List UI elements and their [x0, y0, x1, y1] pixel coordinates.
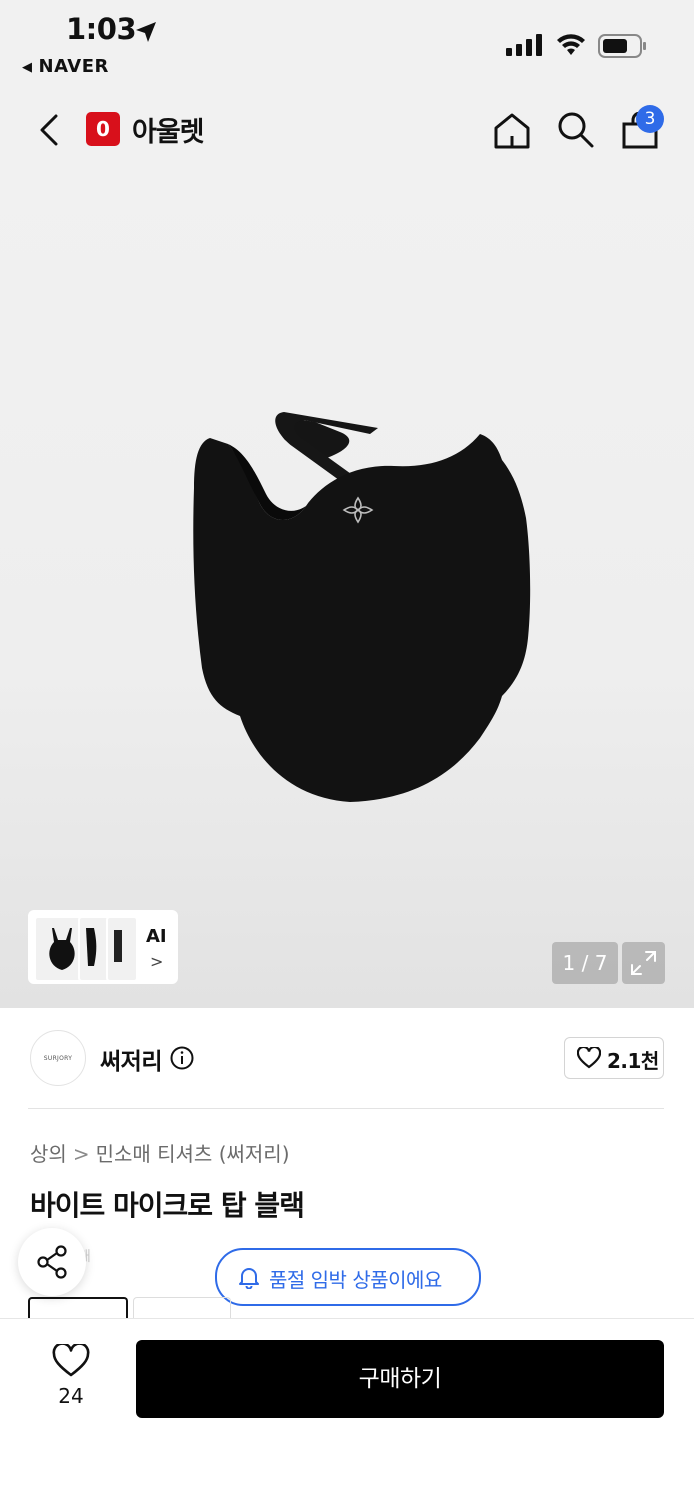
chevron-right-icon: > — [150, 952, 164, 971]
thumbnail — [106, 916, 138, 982]
breadcrumb-separator-icon: > — [72, 1142, 90, 1166]
wishlist-heart-icon[interactable] — [52, 1344, 90, 1378]
buy-button[interactable]: 구매하기 — [136, 1340, 664, 1418]
wifi-icon — [557, 34, 585, 55]
image-page-counter: 1 / 7 — [552, 942, 618, 984]
cart-count-badge: 3 — [636, 105, 664, 133]
heart-outline-icon — [577, 1047, 601, 1069]
search-icon[interactable] — [556, 110, 596, 150]
location-arrow-icon — [136, 22, 156, 42]
product-gallery[interactable]: AI > 1 / 7 — [0, 170, 694, 1008]
cellular-signal-icon — [506, 34, 542, 56]
share-button[interactable] — [18, 1228, 86, 1296]
battery-icon — [598, 34, 646, 58]
ai-label: AI — [146, 926, 167, 947]
seller-logo[interactable]: SURJORY — [30, 1030, 86, 1086]
info-icon[interactable] — [170, 1046, 194, 1070]
thumbnail-image — [114, 930, 122, 962]
status-bar: 1:03 ◀ NAVER — [0, 0, 694, 90]
store-like-button[interactable]: 2.1천 — [564, 1037, 664, 1079]
expand-icon — [631, 951, 656, 975]
soldout-notice-text: 품절 임박 상품이에요 — [269, 1268, 442, 1292]
product-image — [193, 412, 531, 802]
brand-logo[interactable]: 0 — [86, 112, 120, 146]
clock: 1:03 — [66, 12, 137, 46]
home-icon[interactable] — [492, 112, 532, 150]
breadcrumb-item[interactable]: 민소매 티셔츠 (써저리) — [96, 1142, 290, 1166]
expand-button[interactable] — [622, 942, 665, 984]
ai-styling-thumbnails[interactable]: AI > — [28, 910, 178, 984]
back-to-app-link[interactable]: ◀ NAVER — [22, 56, 109, 77]
divider — [28, 1108, 664, 1109]
back-chevron-icon[interactable] — [36, 112, 64, 148]
breadcrumb: 상의 > 민소매 티셔츠 (써저리) — [30, 1138, 290, 1167]
share-icon — [37, 1245, 67, 1279]
brand-name[interactable]: 아울렛 — [132, 110, 205, 149]
soldout-notice-pill[interactable]: 품절 임박 상품이에요 — [215, 1248, 481, 1306]
seller-name[interactable]: 써저리 — [100, 1042, 162, 1076]
bell-icon — [239, 1268, 259, 1289]
breadcrumb-item[interactable]: 상의 — [30, 1142, 67, 1166]
store-like-count: 2.1천 — [607, 1049, 659, 1073]
wishlist-count: 24 — [58, 1384, 84, 1408]
back-triangle-icon: ◀ — [22, 60, 33, 75]
product-title: 바이트 마이크로 탑 블랙 — [30, 1189, 305, 1222]
